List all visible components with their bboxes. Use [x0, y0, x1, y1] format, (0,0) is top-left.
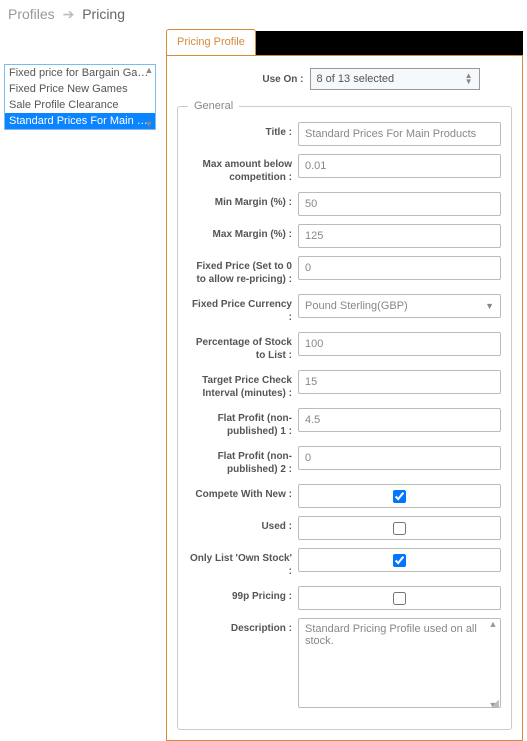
fixed-currency-select[interactable]: Pound Sterling(GBP) ▼: [298, 294, 501, 318]
compete-new-label: Compete With New :: [188, 484, 298, 501]
pricing-profile-panel: Use On : 8 of 13 selected ▲▼ General Tit…: [166, 56, 523, 741]
flat-profit-1-label: Flat Profit (non-published) 1 :: [188, 408, 298, 438]
pricing-99p-label: 99p Pricing :: [188, 586, 298, 603]
fixed-price-label: Fixed Price (Set to 0 to allow re-pricin…: [188, 256, 298, 286]
price-check-int-label: Target Price Check Interval (minutes) :: [188, 370, 298, 400]
scroll-up-icon[interactable]: ▲: [486, 619, 500, 629]
general-legend: General: [188, 100, 239, 112]
only-own-stock-checkbox[interactable]: [393, 554, 406, 567]
used-checkbox[interactable]: [393, 522, 406, 535]
fixed-price-input[interactable]: [298, 256, 501, 280]
tab-pricing-profile[interactable]: Pricing Profile: [166, 29, 256, 55]
profile-list-item[interactable]: Fixed price for Bargain Games: [5, 65, 155, 81]
description-textarea[interactable]: [298, 618, 501, 708]
profile-list-item[interactable]: Fixed Price New Games: [5, 81, 155, 97]
pct-stock-input[interactable]: [298, 332, 501, 356]
use-on-label: Use On :: [210, 74, 310, 85]
use-on-select[interactable]: 8 of 13 selected ▲▼: [310, 68, 480, 90]
pricing-99p-checkbox[interactable]: [393, 592, 406, 605]
chevron-right-icon: ➔: [63, 6, 75, 22]
min-margin-label: Min Margin (%) :: [188, 192, 298, 209]
profile-list-item[interactable]: Standard Prices For Main Products: [5, 113, 155, 129]
breadcrumb-parent[interactable]: Profiles: [8, 6, 55, 22]
price-check-int-input[interactable]: [298, 370, 501, 394]
flat-profit-2-label: Flat Profit (non-published) 2 :: [188, 446, 298, 476]
fixed-currency-value: Pound Sterling(GBP): [305, 300, 408, 312]
pct-stock-label: Percentage of Stock to List :: [188, 332, 298, 362]
profile-listbox[interactable]: Fixed price for Bargain GamesFixed Price…: [4, 64, 156, 130]
fixed-currency-label: Fixed Price Currency :: [188, 294, 298, 324]
profile-list-sidebar: Fixed price for Bargain GamesFixed Price…: [4, 64, 156, 130]
min-margin-input[interactable]: [298, 192, 501, 216]
tab-blackbar: [256, 31, 523, 55]
max-margin-label: Max Margin (%) :: [188, 224, 298, 241]
resize-handle-icon[interactable]: ◢: [491, 698, 499, 709]
updown-icon: ▲▼: [465, 73, 473, 85]
textarea-scrollbar[interactable]: ▲ ▼: [486, 619, 500, 710]
flat-profit-1-input[interactable]: [298, 408, 501, 432]
caret-down-icon: ▼: [485, 301, 494, 311]
compete-new-checkbox[interactable]: [393, 490, 406, 503]
description-label: Description :: [188, 618, 298, 635]
max-margin-input[interactable]: [298, 224, 501, 248]
general-fieldset: General Title : Max amount below competi…: [177, 100, 512, 730]
used-label: Used :: [188, 516, 298, 533]
breadcrumb-current: Pricing: [82, 6, 125, 22]
tabs: Pricing Profile: [166, 29, 523, 56]
only-own-stock-label: Only List 'Own Stock' :: [188, 548, 298, 578]
profile-list-item[interactable]: Sale Profile Clearance: [5, 97, 155, 113]
flat-profit-2-input[interactable]: [298, 446, 501, 470]
breadcrumb: Profiles ➔ Pricing: [0, 0, 527, 29]
max-below-comp-label: Max amount below competition :: [188, 154, 298, 184]
scroll-up-icon[interactable]: ▲: [143, 65, 155, 75]
title-label: Title :: [188, 122, 298, 139]
max-below-comp-input[interactable]: [298, 154, 501, 178]
use-on-value: 8 of 13 selected: [317, 73, 395, 85]
scroll-down-icon[interactable]: ▼: [143, 119, 155, 129]
listbox-scrollbar[interactable]: ▲ ▼: [143, 65, 155, 129]
title-input[interactable]: [298, 122, 501, 146]
